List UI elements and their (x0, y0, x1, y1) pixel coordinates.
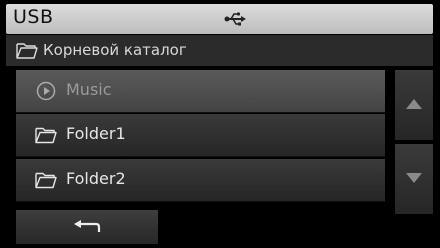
status-bar: USB (6, 4, 433, 34)
back-button[interactable] (16, 210, 158, 244)
triangle-up-icon (406, 99, 422, 109)
folder-icon (35, 172, 57, 189)
return-arrow-icon (74, 220, 101, 232)
list-item-music[interactable]: Music (16, 70, 385, 113)
folder-icon (16, 43, 38, 59)
folder-icon (35, 127, 57, 144)
breadcrumb: Корневой каталог (6, 35, 433, 66)
list-item-label: Music (66, 80, 112, 99)
list-item-label: Folder2 (66, 169, 126, 188)
scroll-up-button[interactable] (395, 70, 433, 140)
scroll-down-button[interactable] (395, 144, 433, 214)
current-path: Корневой каталог (43, 41, 187, 59)
list-item-folder1[interactable]: Folder1 (16, 114, 385, 157)
source-title: USB (13, 6, 54, 28)
list-item-label: Folder1 (66, 124, 126, 143)
list-item-folder2[interactable]: Folder2 (16, 159, 385, 202)
triangle-down-icon (406, 173, 422, 183)
usb-icon (224, 12, 246, 26)
play-circle-icon (36, 81, 56, 101)
